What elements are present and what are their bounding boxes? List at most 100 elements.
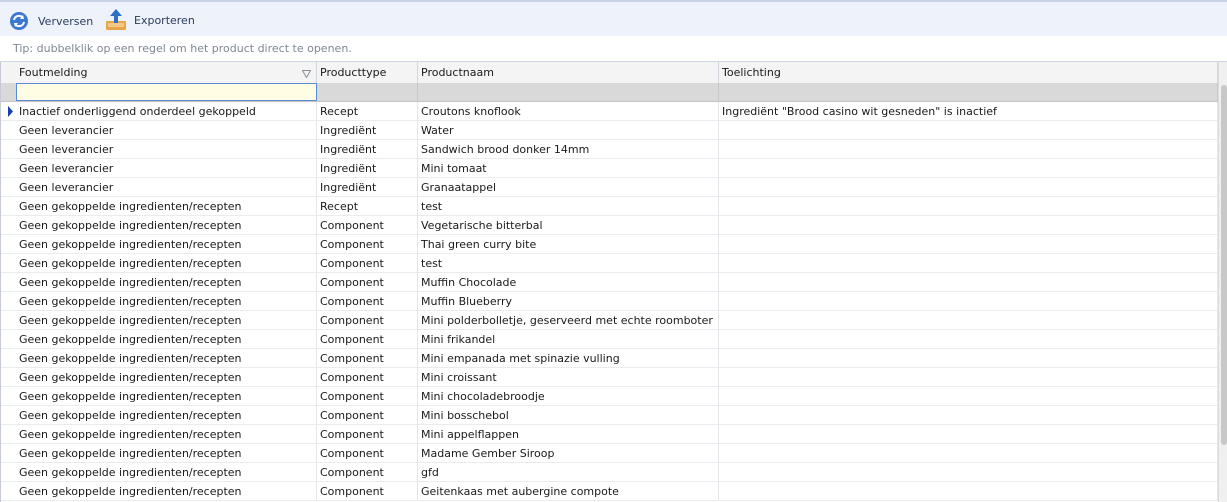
cell-producttype[interactable]: Component (317, 311, 418, 330)
column-header-foutmelding[interactable]: Foutmelding (16, 62, 317, 83)
table-row[interactable]: Geen gekoppelde ingredienten/recepten Com… (1, 273, 1218, 292)
cell-foutmelding[interactable]: Geen leverancier (16, 121, 317, 140)
row-selector[interactable] (1, 235, 16, 253)
cell-producttype[interactable]: Recept (317, 197, 418, 216)
row-selector[interactable] (1, 444, 16, 462)
cell-producttype[interactable]: Component (317, 235, 418, 254)
cell-foutmelding[interactable]: Geen gekoppelde ingredienten/recepten (16, 482, 317, 501)
cell-productnaam[interactable]: Water (418, 121, 719, 140)
cell-producttype[interactable]: Ingrediënt (317, 121, 418, 140)
cell-producttype[interactable]: Ingrediënt (317, 178, 418, 197)
cell-productnaam[interactable]: Mini bosschebol (418, 406, 719, 425)
cell-productnaam[interactable]: Thai green curry bite (418, 235, 719, 254)
table-row[interactable]: Geen gekoppelde ingredienten/recepten Com… (1, 349, 1218, 368)
table-row[interactable]: Geen gekoppelde ingredienten/recepten Com… (1, 406, 1218, 425)
row-selector[interactable] (1, 121, 16, 139)
table-row[interactable]: Inactief onderliggend onderdeel gekoppel… (1, 102, 1218, 121)
table-row[interactable]: Geen gekoppelde ingredienten/recepten Com… (1, 463, 1218, 482)
cell-producttype[interactable]: Component (317, 425, 418, 444)
cell-toelichting[interactable] (719, 197, 1218, 216)
table-row[interactable]: Geen leverancier Ingrediënt Water (1, 121, 1218, 140)
cell-foutmelding[interactable]: Geen gekoppelde ingredienten/recepten (16, 406, 317, 425)
row-selector[interactable] (1, 159, 16, 177)
column-header-producttype[interactable]: Producttype (317, 62, 418, 83)
cell-foutmelding[interactable]: Geen gekoppelde ingredienten/recepten (16, 368, 317, 387)
row-selector[interactable] (1, 463, 16, 481)
cell-producttype[interactable]: Component (317, 273, 418, 292)
table-row[interactable]: Geen gekoppelde ingredienten/recepten Com… (1, 482, 1218, 501)
cell-toelichting[interactable] (719, 311, 1218, 330)
cell-productnaam[interactable]: Mini frikandel (418, 330, 719, 349)
cell-toelichting[interactable] (719, 273, 1218, 292)
table-row[interactable]: Geen leverancier Ingrediënt Mini tomaat (1, 159, 1218, 178)
cell-toelichting[interactable] (719, 216, 1218, 235)
cell-foutmelding[interactable]: Geen leverancier (16, 140, 317, 159)
cell-foutmelding[interactable]: Geen gekoppelde ingredienten/recepten (16, 330, 317, 349)
row-selector[interactable] (1, 330, 16, 348)
cell-productnaam[interactable]: gfd (418, 463, 719, 482)
cell-toelichting[interactable] (719, 425, 1218, 444)
filter-sort-icon[interactable] (301, 68, 312, 81)
row-selector[interactable] (1, 254, 16, 272)
cell-producttype[interactable]: Ingrediënt (317, 140, 418, 159)
cell-producttype[interactable]: Component (317, 368, 418, 387)
cell-foutmelding[interactable]: Geen gekoppelde ingredienten/recepten (16, 235, 317, 254)
row-selector[interactable] (1, 216, 16, 234)
cell-toelichting[interactable] (719, 368, 1218, 387)
cell-toelichting[interactable] (719, 235, 1218, 254)
cell-productnaam[interactable]: Mini polderbolletje, geserveerd met echt… (418, 311, 719, 330)
table-row[interactable]: Geen gekoppelde ingredienten/recepten Com… (1, 311, 1218, 330)
cell-producttype[interactable]: Component (317, 387, 418, 406)
cell-producttype[interactable]: Component (317, 349, 418, 368)
refresh-button[interactable]: Verversen (8, 8, 93, 34)
row-selector[interactable] (1, 425, 16, 443)
table-row[interactable]: Geen gekoppelde ingredienten/recepten Com… (1, 254, 1218, 273)
scrollbar-thumb[interactable] (1221, 85, 1227, 445)
cell-toelichting[interactable] (719, 292, 1218, 311)
cell-producttype[interactable]: Component (317, 482, 418, 501)
row-selector[interactable] (1, 406, 16, 424)
vertical-scrollbar[interactable] (1218, 62, 1227, 502)
table-row[interactable]: Geen leverancier Ingrediënt Sandwich brood… (1, 140, 1218, 159)
cell-foutmelding[interactable]: Geen gekoppelde ingredienten/recepten (16, 463, 317, 482)
cell-toelichting[interactable] (719, 140, 1218, 159)
cell-productnaam[interactable]: Muffin Blueberry (418, 292, 719, 311)
table-row[interactable]: Geen gekoppelde ingredienten/recepten Rec… (1, 197, 1218, 216)
cell-toelichting[interactable] (719, 254, 1218, 273)
cell-productnaam[interactable]: Mini appelflappen (418, 425, 719, 444)
table-row[interactable]: Geen gekoppelde ingredienten/recepten Com… (1, 235, 1218, 254)
cell-foutmelding[interactable]: Geen gekoppelde ingredienten/recepten (16, 444, 317, 463)
table-row[interactable]: Geen leverancier Ingrediënt Granaatappel (1, 178, 1218, 197)
filter-input-foutmelding[interactable] (16, 83, 317, 101)
cell-producttype[interactable]: Recept (317, 102, 418, 121)
cell-producttype[interactable]: Component (317, 444, 418, 463)
row-selector[interactable] (1, 140, 16, 158)
row-selector[interactable] (1, 387, 16, 405)
cell-foutmelding[interactable]: Geen gekoppelde ingredienten/recepten (16, 349, 317, 368)
cell-toelichting[interactable] (719, 444, 1218, 463)
error-grid[interactable]: Foutmelding Producttype Productnaam Toel… (0, 62, 1227, 502)
cell-productnaam[interactable]: Sandwich brood donker 14mm (418, 140, 719, 159)
row-selector[interactable] (1, 482, 16, 500)
cell-productnaam[interactable]: Madame Gember Siroop (418, 444, 719, 463)
column-header-toelichting[interactable]: Toelichting (719, 62, 1218, 83)
cell-producttype[interactable]: Ingrediënt (317, 159, 418, 178)
cell-toelichting[interactable] (719, 178, 1218, 197)
cell-productnaam[interactable]: Granaatappel (418, 178, 719, 197)
cell-productnaam[interactable]: Mini croissant (418, 368, 719, 387)
cell-foutmelding[interactable]: Geen gekoppelde ingredienten/recepten (16, 197, 317, 216)
cell-producttype[interactable]: Component (317, 292, 418, 311)
cell-productnaam[interactable]: Mini chocoladebroodje (418, 387, 719, 406)
cell-toelichting[interactable] (719, 406, 1218, 425)
cell-foutmelding[interactable]: Geen gekoppelde ingredienten/recepten (16, 216, 317, 235)
cell-productnaam[interactable]: Mini empanada met spinazie vulling (418, 349, 719, 368)
column-header-productnaam[interactable]: Productnaam (418, 62, 719, 83)
cell-toelichting[interactable] (719, 387, 1218, 406)
filter-input-toelichting[interactable] (719, 83, 1218, 101)
cell-producttype[interactable]: Component (317, 330, 418, 349)
cell-toelichting[interactable]: Ingrediënt "Brood casino wit gesneden" i… (719, 102, 1218, 121)
filter-input-productnaam[interactable] (418, 83, 719, 101)
table-row[interactable]: Geen gekoppelde ingredienten/recepten Com… (1, 216, 1218, 235)
cell-productnaam[interactable]: Mini tomaat (418, 159, 719, 178)
cell-toelichting[interactable] (719, 349, 1218, 368)
